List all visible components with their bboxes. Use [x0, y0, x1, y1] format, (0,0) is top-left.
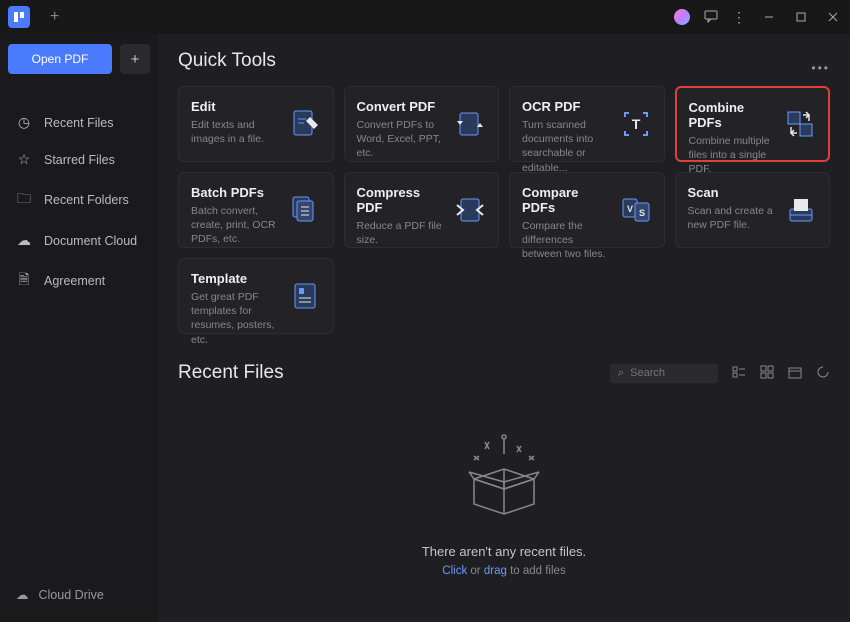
- svg-text:V: V: [626, 204, 632, 214]
- card-desc: Batch convert, create, print, OCR PDFs, …: [191, 204, 277, 247]
- refresh-icon[interactable]: [816, 365, 830, 382]
- tool-card-template[interactable]: TemplateGet great PDF templates for resu…: [178, 258, 334, 334]
- kebab-menu-icon[interactable]: ⋮: [732, 9, 746, 26]
- card-title: Compress PDF: [357, 185, 443, 215]
- template-icon: [287, 278, 323, 314]
- search-input-wrapper[interactable]: ⌕: [610, 364, 718, 383]
- empty-text-secondary: Click or drag to add files: [178, 565, 830, 577]
- card-title: OCR PDF: [522, 99, 608, 114]
- tool-card-combine-pdfs[interactable]: Combine PDFsCombine multiple files into …: [675, 86, 831, 162]
- empty-state: There aren't any recent files. Click or …: [178, 394, 830, 577]
- new-file-button[interactable]: +: [120, 44, 150, 74]
- compress-icon: [452, 192, 488, 228]
- combine-icon: [782, 106, 818, 142]
- empty-text-primary: There aren't any recent files.: [178, 544, 830, 559]
- plus-icon: +: [50, 8, 59, 25]
- svg-text:T: T: [631, 116, 640, 132]
- card-desc: Combine multiple files into a single PDF…: [689, 134, 773, 177]
- card-title: Compare PDFs: [522, 185, 608, 215]
- convert-icon: [452, 106, 488, 142]
- card-desc: Get great PDF templates for resumes, pos…: [191, 290, 277, 347]
- star-icon: ☆: [16, 151, 32, 168]
- card-desc: Turn scanned documents into searchable o…: [522, 118, 608, 175]
- compare-icon: SV: [618, 192, 654, 228]
- sidebar-item-label: Starred Files: [44, 153, 115, 167]
- card-title: Template: [191, 271, 277, 286]
- calendar-icon[interactable]: [788, 365, 802, 382]
- sidebar-item-label: Agreement: [44, 274, 105, 288]
- tool-card-scan[interactable]: Scan Scan and create a new PDF file.: [675, 172, 831, 248]
- content-area: Quick Tools ••• Edit Edit texts and image…: [158, 34, 850, 622]
- empty-box-icon: [178, 434, 830, 524]
- plus-icon: +: [131, 51, 140, 68]
- card-title: Batch PDFs: [191, 185, 277, 200]
- card-desc: Compare the differences between two file…: [522, 219, 608, 262]
- cloud-icon: ☁: [16, 232, 32, 249]
- drag-link[interactable]: drag: [484, 565, 507, 577]
- new-tab-button[interactable]: +: [50, 8, 59, 26]
- ocr-icon: T: [618, 106, 654, 142]
- sidebar-item-label: Recent Files: [44, 116, 113, 130]
- card-title: Combine PDFs: [689, 100, 773, 130]
- close-button[interactable]: [824, 8, 842, 26]
- chat-icon[interactable]: [704, 9, 718, 26]
- tool-card-convert-pdf[interactable]: Convert PDF Convert PDFs to Word, Excel, …: [344, 86, 500, 162]
- card-title: Edit: [191, 99, 277, 114]
- search-icon: ⌕: [618, 367, 624, 380]
- open-pdf-button[interactable]: Open PDF: [8, 44, 112, 74]
- card-desc: Convert PDFs to Word, Excel, PPT, etc.: [357, 118, 443, 161]
- cloud-icon: ☁: [16, 587, 29, 602]
- sidebar-item-agreement[interactable]: 🗎 Agreement: [8, 259, 150, 303]
- more-icon[interactable]: •••: [811, 61, 830, 75]
- sidebar-item-label: Document Cloud: [44, 234, 137, 248]
- folder-icon: 🗀: [16, 188, 32, 212]
- tool-card-batch-pdfs[interactable]: Batch PDFs Batch convert, create, print, …: [178, 172, 334, 248]
- svg-text:S: S: [638, 208, 644, 218]
- recent-files-heading: Recent Files: [178, 362, 284, 384]
- doc-icon: 🗎: [16, 269, 32, 293]
- card-desc: Scan and create a new PDF file.: [688, 204, 774, 232]
- edit-icon: [287, 106, 323, 142]
- sidebar-item-cloud-drive[interactable]: ☁ Cloud Drive: [8, 577, 150, 612]
- sidebar-item-label: Cloud Drive: [39, 588, 104, 602]
- minimize-button[interactable]: [760, 8, 778, 26]
- quick-tools-heading: Quick Tools: [178, 50, 276, 72]
- sidebar-item-recent-files[interactable]: ◷ Recent Files: [8, 104, 150, 141]
- tool-card-edit[interactable]: Edit Edit texts and images in a file.: [178, 86, 334, 162]
- card-desc: Edit texts and images in a file.: [191, 118, 277, 146]
- list-view-icon[interactable]: [732, 365, 746, 382]
- sidebar-item-document-cloud[interactable]: ☁ Document Cloud: [8, 222, 150, 259]
- scan-icon: [783, 192, 819, 228]
- card-desc: Reduce a PDF file size.: [357, 219, 443, 247]
- grid-view-icon[interactable]: [760, 365, 774, 382]
- batch-icon: [287, 192, 323, 228]
- tool-card-ocr-pdf[interactable]: OCR PDFTurn scanned documents into searc…: [509, 86, 665, 162]
- tool-card-compare-pdfs[interactable]: Compare PDFsCompare the differences betw…: [509, 172, 665, 248]
- click-link[interactable]: Click: [442, 565, 467, 577]
- card-title: Convert PDF: [357, 99, 443, 114]
- maximize-button[interactable]: [792, 8, 810, 26]
- card-title: Scan: [688, 185, 774, 200]
- sidebar: Open PDF + ◷ Recent Files ☆ Starred File…: [0, 34, 158, 622]
- clock-icon: ◷: [16, 114, 32, 131]
- sidebar-item-recent-folders[interactable]: 🗀 Recent Folders: [8, 178, 150, 222]
- tool-card-compress-pdf[interactable]: Compress PDF Reduce a PDF file size.: [344, 172, 500, 248]
- user-avatar[interactable]: [674, 9, 690, 25]
- sidebar-item-label: Recent Folders: [44, 193, 129, 207]
- search-input[interactable]: [630, 367, 710, 379]
- sidebar-item-starred-files[interactable]: ☆ Starred Files: [8, 141, 150, 178]
- app-logo: [8, 6, 30, 28]
